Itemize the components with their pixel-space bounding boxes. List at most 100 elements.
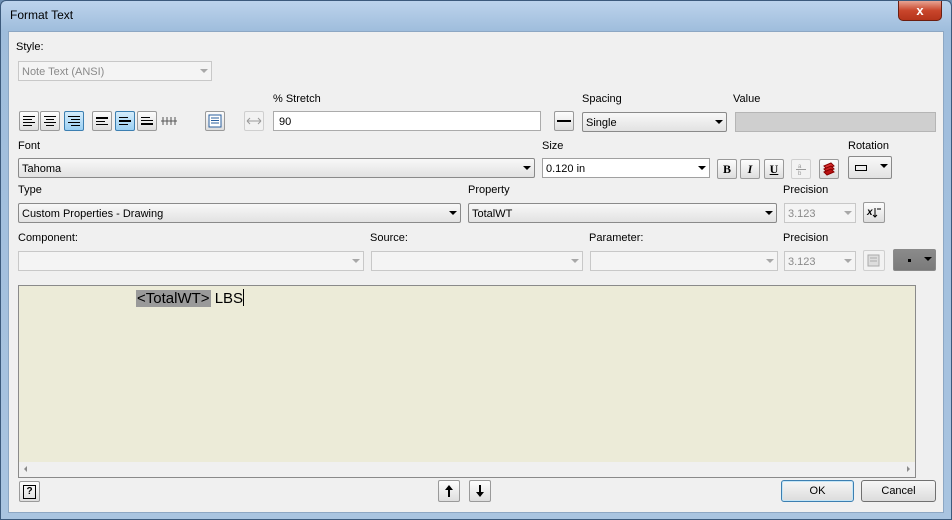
- help-icon: ?: [23, 484, 36, 499]
- ok-button[interactable]: OK: [781, 480, 854, 502]
- underline-icon: U: [769, 161, 779, 176]
- dialog-body: Style: Note Text (ANSI) % Stretch 90 Spa…: [8, 31, 944, 513]
- align-bottom-icon: [141, 117, 153, 125]
- color-swatch-icon: [823, 162, 835, 176]
- stretch-icon: [246, 117, 262, 125]
- font-dropdown[interactable]: Tahoma: [18, 158, 535, 178]
- source-dropdown[interactable]: [371, 251, 583, 271]
- spacing-dropdown[interactable]: Single: [582, 112, 727, 132]
- align-left-button[interactable]: [19, 111, 39, 131]
- font-label: Font: [18, 140, 41, 152]
- align-right-button[interactable]: [64, 111, 84, 131]
- align-center-button[interactable]: [40, 111, 60, 131]
- move-up-button[interactable]: [438, 480, 460, 502]
- line-spacing-icon: [557, 120, 571, 122]
- arrow-up-icon: [445, 485, 453, 497]
- style-value: Note Text (ANSI): [22, 66, 105, 78]
- chevron-down-icon: [844, 211, 852, 215]
- horizontal-scrollbar[interactable]: [18, 462, 916, 478]
- align-middle-icon: [119, 117, 131, 125]
- line-spacing-button[interactable]: [554, 111, 574, 131]
- spacing-value: Single: [586, 117, 617, 129]
- chevron-down-icon: [352, 259, 360, 263]
- stretch-value: 90: [279, 116, 292, 128]
- svg-text:x: x: [866, 207, 873, 218]
- bold-icon: B: [722, 161, 731, 176]
- source-label: Source:: [370, 232, 408, 244]
- chevron-down-icon: [715, 120, 723, 124]
- baseline-button[interactable]: [159, 111, 179, 131]
- precision-label-1: Precision: [783, 184, 829, 196]
- text-caret: [243, 289, 245, 306]
- precision-value-2: 3.123: [788, 256, 816, 268]
- style-label: Style:: [16, 41, 44, 53]
- italic-button[interactable]: I: [740, 159, 760, 179]
- insert-property-button[interactable]: x: [863, 202, 885, 223]
- italic-icon: I: [747, 161, 753, 176]
- insert-parameter-icon: [867, 254, 880, 267]
- align-center-icon: [44, 116, 56, 126]
- stretch-input[interactable]: 90: [273, 111, 541, 131]
- stretch-label: % Stretch: [273, 93, 321, 105]
- font-value: Tahoma: [22, 163, 62, 175]
- type-label: Type: [18, 184, 42, 196]
- size-label: Size: [542, 140, 564, 152]
- symbol-icon: [908, 259, 911, 262]
- stretch-icon-button: [244, 111, 264, 131]
- close-icon: x: [916, 3, 924, 18]
- chevron-down-icon: [766, 259, 774, 263]
- type-value: Custom Properties - Drawing: [22, 208, 164, 220]
- rotation-icon: [855, 165, 867, 171]
- title-bar[interactable]: Format Text x: [1, 1, 951, 31]
- rotation-dropdown[interactable]: [848, 156, 892, 179]
- property-field-token[interactable]: <TotalWT>: [136, 290, 211, 307]
- style-dropdown[interactable]: Note Text (ANSI): [18, 61, 212, 81]
- chevron-down-icon: [200, 69, 208, 73]
- bold-button[interactable]: B: [717, 159, 737, 179]
- chevron-down-icon: [523, 166, 531, 170]
- help-button[interactable]: ?: [19, 481, 40, 502]
- precision-value-1: 3.123: [788, 208, 816, 220]
- text-color-button[interactable]: [819, 159, 839, 179]
- chevron-down-icon: [765, 211, 773, 215]
- text-frame-icon: [208, 114, 222, 128]
- component-dropdown[interactable]: [18, 251, 364, 271]
- precision-label-2: Precision: [783, 232, 829, 244]
- scroll-right-icon[interactable]: [907, 466, 910, 472]
- fit-text-button[interactable]: [205, 111, 225, 131]
- close-button[interactable]: x: [898, 1, 942, 21]
- editor-text: LBS: [210, 290, 244, 307]
- align-right-icon: [68, 116, 80, 126]
- scroll-left-icon[interactable]: [24, 466, 27, 472]
- editor-content: <TotalWT> LBS: [136, 289, 245, 307]
- spacing-label: Spacing: [582, 93, 622, 105]
- stack-button: ab: [791, 159, 811, 179]
- svg-text:b: b: [798, 171, 802, 176]
- align-top-button[interactable]: [92, 111, 112, 131]
- precision-dropdown-2[interactable]: 3.123: [784, 251, 856, 271]
- chevron-down-icon: [571, 259, 579, 263]
- property-dropdown[interactable]: TotalWT: [468, 203, 777, 223]
- symbol-dropdown[interactable]: [893, 249, 936, 271]
- parameter-dropdown[interactable]: [590, 251, 778, 271]
- chevron-down-icon: [449, 211, 457, 215]
- align-bottom-button[interactable]: [137, 111, 157, 131]
- precision-dropdown-1[interactable]: 3.123: [784, 203, 856, 223]
- type-dropdown[interactable]: Custom Properties - Drawing: [18, 203, 461, 223]
- chevron-down-icon: [698, 166, 706, 170]
- property-value: TotalWT: [472, 208, 513, 220]
- value-label: Value: [733, 93, 761, 105]
- text-editor[interactable]: <TotalWT> LBS: [18, 285, 916, 463]
- insert-parameter-button: [863, 250, 885, 271]
- size-dropdown[interactable]: 0.120 in: [542, 158, 710, 178]
- align-left-icon: [23, 116, 35, 126]
- parameter-label: Parameter:: [589, 232, 644, 244]
- underline-button[interactable]: U: [764, 159, 784, 179]
- align-top-icon: [96, 117, 108, 125]
- align-middle-button[interactable]: [115, 111, 135, 131]
- size-value: 0.120 in: [546, 163, 586, 175]
- cancel-button[interactable]: Cancel: [861, 480, 936, 502]
- chevron-down-icon: [924, 257, 932, 261]
- move-down-button[interactable]: [469, 480, 491, 502]
- format-text-dialog: Format Text x Style: Note Text (ANSI) % …: [0, 0, 952, 520]
